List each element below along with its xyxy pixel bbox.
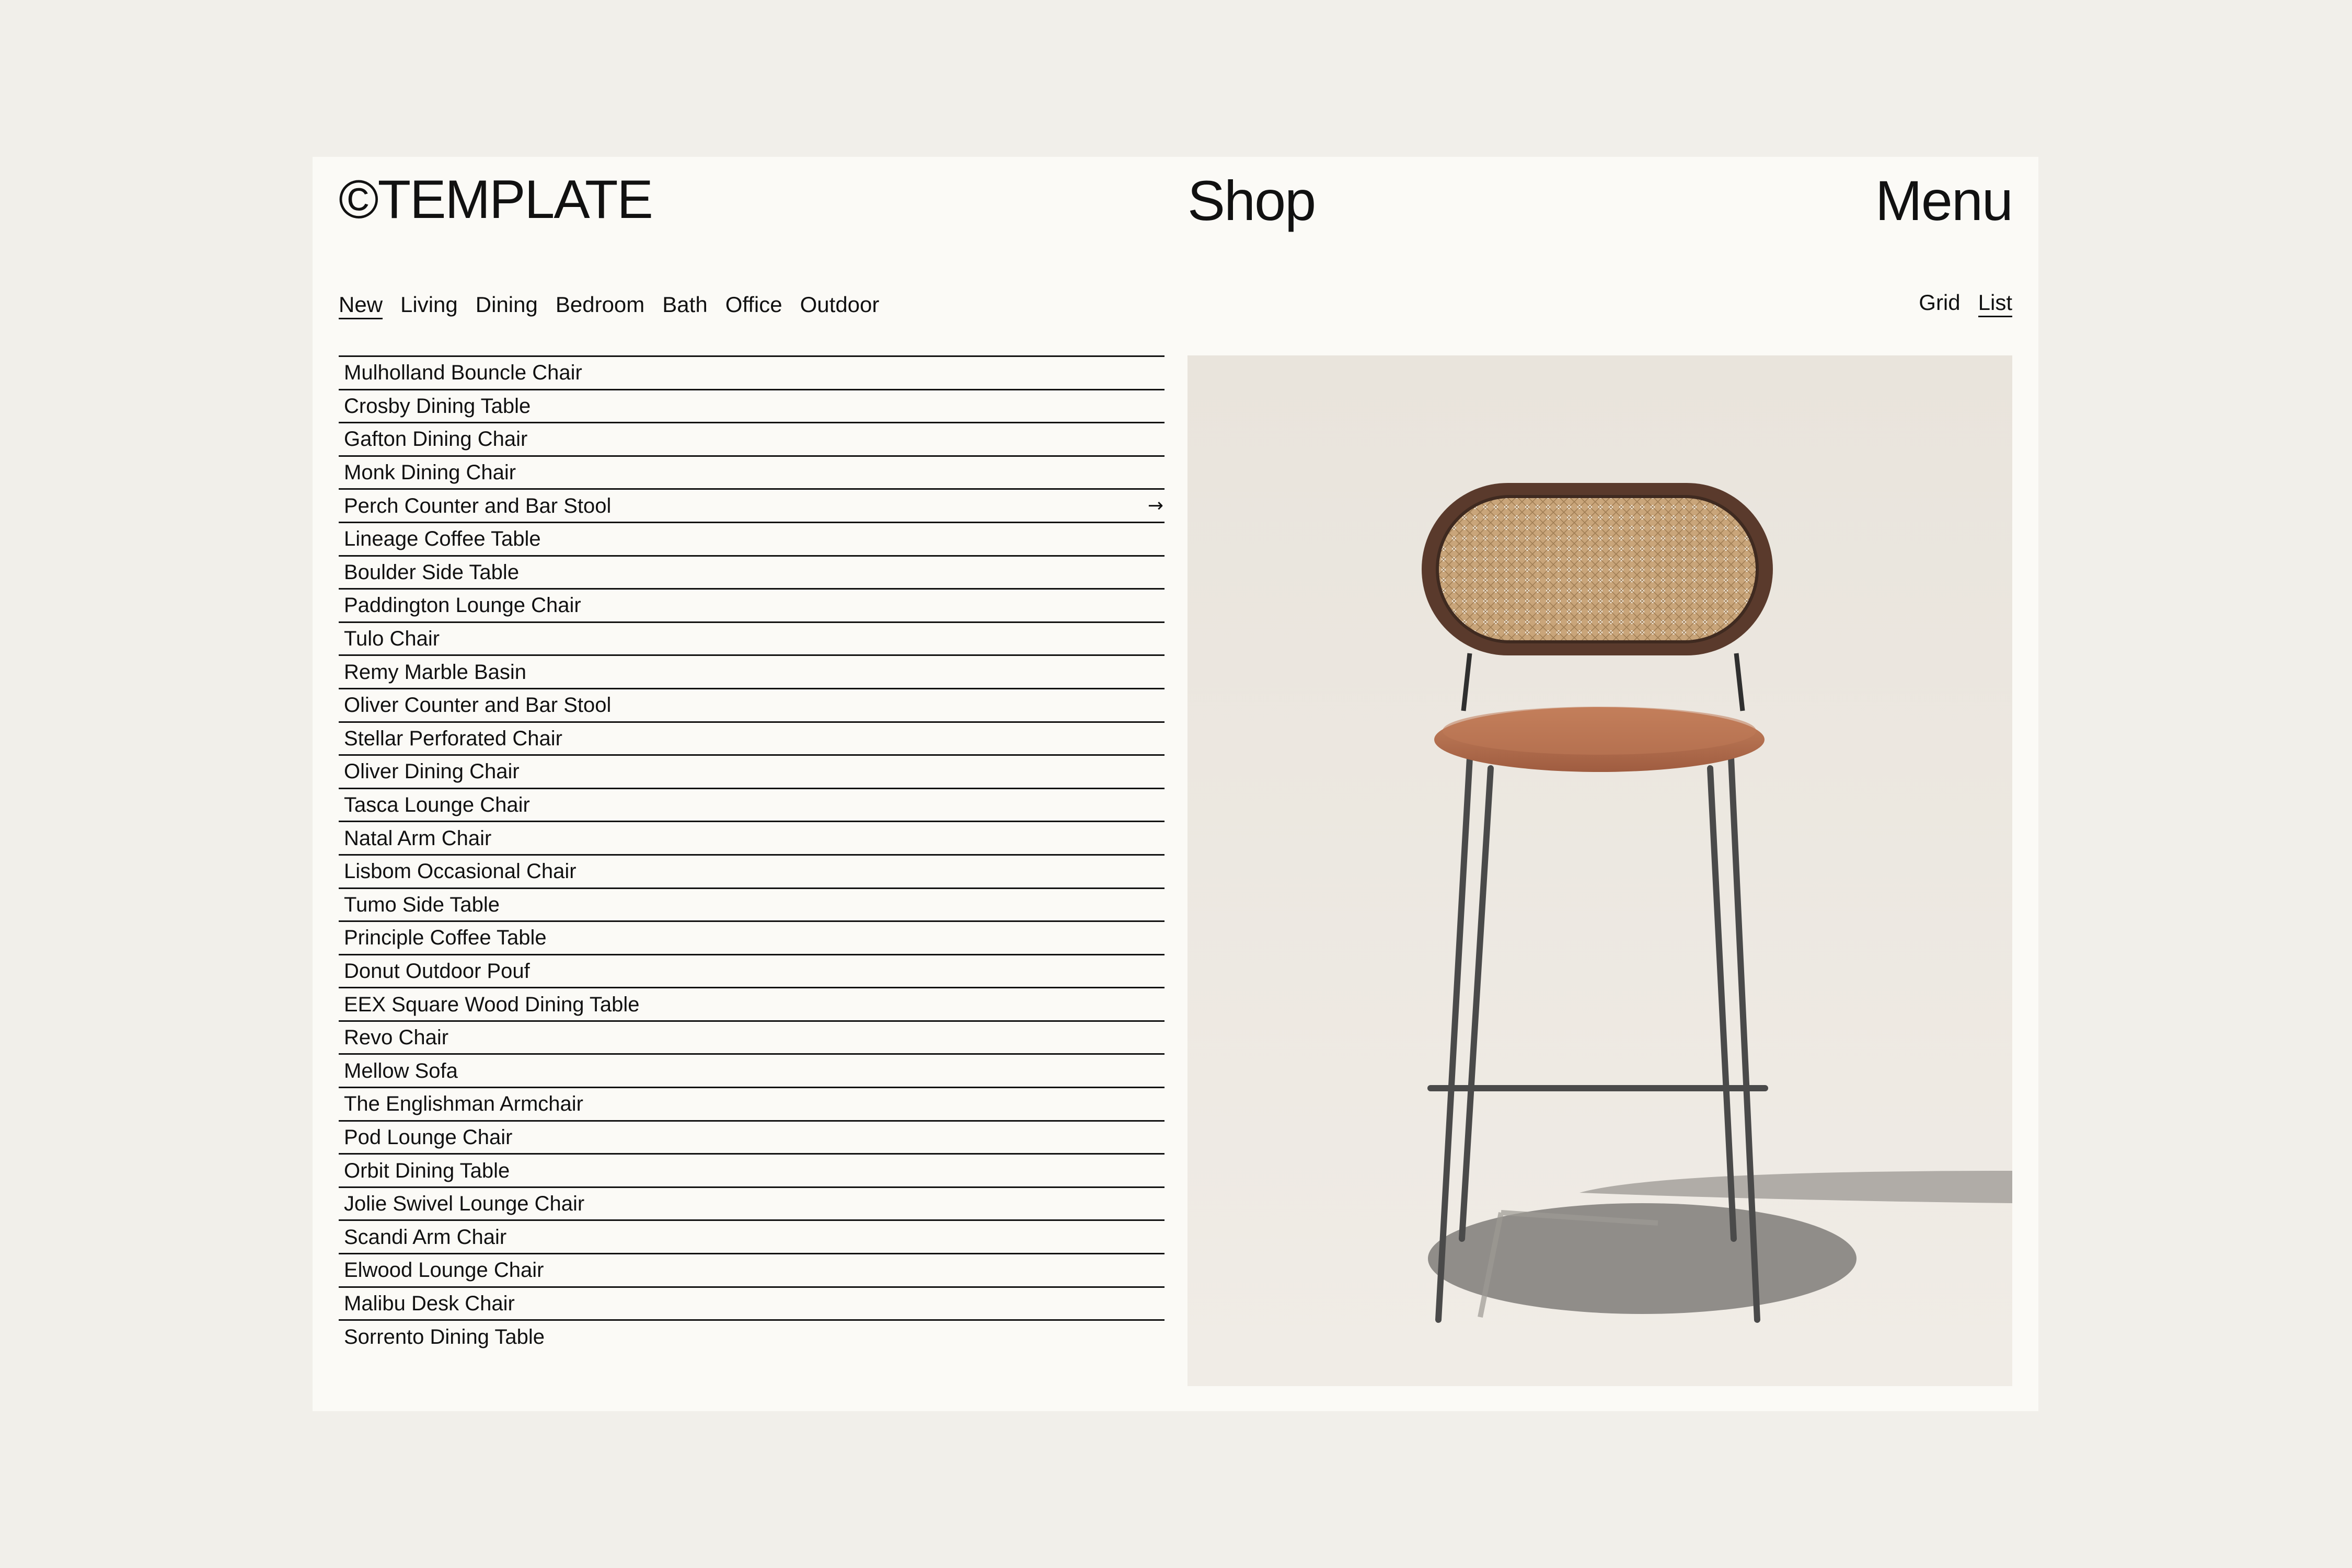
category-tab-new[interactable]: New xyxy=(339,294,383,319)
menu-button[interactable]: Menu xyxy=(1875,172,2013,229)
product-row[interactable]: Pod Lounge Chair xyxy=(339,1120,1165,1154)
product-name: EEX Square Wood Dining Table xyxy=(344,993,640,1016)
product-name: Gafton Dining Chair xyxy=(344,428,528,451)
product-row[interactable]: Jolie Swivel Lounge Chair xyxy=(339,1186,1165,1220)
product-row[interactable]: Tumo Side Table xyxy=(339,887,1165,921)
product-row[interactable]: The Englishman Armchair xyxy=(339,1087,1165,1120)
arrow-right-icon: → xyxy=(1147,494,1163,516)
category-tab-dining[interactable]: Dining xyxy=(476,294,538,319)
product-name: Remy Marble Basin xyxy=(344,660,527,684)
product-list[interactable]: Mulholland Bouncle Chair Crosby Dining Ta… xyxy=(339,355,1165,1386)
product-name: Orbit Dining Table xyxy=(344,1159,510,1182)
product-name: Tumo Side Table xyxy=(344,893,500,916)
product-row[interactable]: Crosby Dining Table xyxy=(339,388,1165,422)
product-name: Sorrento Dining Table xyxy=(344,1325,545,1348)
product-name: Tasca Lounge Chair xyxy=(344,793,530,817)
product-row[interactable]: Oliver Dining Chair xyxy=(339,754,1165,788)
product-row[interactable]: Natal Arm Chair xyxy=(339,821,1165,854)
product-image xyxy=(1187,355,2012,1386)
product-row[interactable]: Orbit Dining Table xyxy=(339,1153,1165,1186)
list-view-toggle[interactable]: List xyxy=(1978,292,2012,317)
product-row[interactable]: Tulo Chair xyxy=(339,621,1165,655)
product-name: Elwood Lounge Chair xyxy=(344,1259,544,1282)
product-name: Revo Chair xyxy=(344,1026,449,1050)
product-row[interactable]: Sorrento Dining Table xyxy=(339,1319,1165,1353)
product-name: Donut Outdoor Pouf xyxy=(344,959,530,983)
product-row[interactable]: Scandi Arm Chair xyxy=(339,1219,1165,1253)
product-name: Lisbom Occasional Chair xyxy=(344,860,577,883)
grid-view-toggle[interactable]: Grid xyxy=(1919,292,1960,317)
product-row[interactable]: Monk Dining Chair xyxy=(339,455,1165,489)
product-name: Scandi Arm Chair xyxy=(344,1225,507,1249)
site-logo[interactable]: ©TEMPLATE xyxy=(339,172,653,227)
category-tab-outdoor[interactable]: Outdoor xyxy=(800,294,880,319)
product-row[interactable]: Elwood Lounge Chair xyxy=(339,1253,1165,1286)
category-tab-office[interactable]: Office xyxy=(725,294,782,319)
product-row[interactable]: Principle Coffee Table xyxy=(339,920,1165,954)
product-name: Lineage Coffee Table xyxy=(344,527,541,551)
product-row[interactable]: Gafton Dining Chair xyxy=(339,422,1165,455)
product-name: Mellow Sofa xyxy=(344,1059,458,1082)
product-row[interactable]: Remy Marble Basin xyxy=(339,654,1165,688)
product-row[interactable]: Lineage Coffee Table xyxy=(339,521,1165,555)
page-title: Shop xyxy=(1187,169,1316,232)
product-name: Mulholland Bouncle Chair xyxy=(344,361,582,385)
product-name: Natal Arm Chair xyxy=(344,826,492,850)
product-name: Oliver Dining Chair xyxy=(344,760,520,783)
view-toggle: Grid List xyxy=(1919,292,2012,317)
product-name: Crosby Dining Table xyxy=(344,394,531,418)
category-tab-bath[interactable]: Bath xyxy=(662,294,707,319)
product-row[interactable]: Paddington Lounge Chair xyxy=(339,588,1165,621)
product-name: Paddington Lounge Chair xyxy=(344,594,581,617)
product-name: Perch Counter and Bar Stool xyxy=(344,494,612,517)
product-row[interactable]: EEX Square Wood Dining Table xyxy=(339,987,1165,1020)
category-nav: New Living Dining Bedroom Bath Office Outdoor xyxy=(339,294,879,319)
category-tab-bedroom[interactable]: Bedroom xyxy=(556,294,644,319)
product-name: Principle Coffee Table xyxy=(344,926,547,950)
product-row[interactable]: Revo Chair xyxy=(339,1020,1165,1054)
product-row[interactable]: Boulder Side Table xyxy=(339,555,1165,589)
product-name: Tulo Chair xyxy=(344,627,440,651)
product-name: Boulder Side Table xyxy=(344,560,520,584)
bar-stool-photo xyxy=(1187,355,2012,1386)
product-row[interactable]: Lisbom Occasional Chair xyxy=(339,854,1165,887)
product-name: Stellar Perforated Chair xyxy=(344,727,562,750)
product-name: Malibu Desk Chair xyxy=(344,1292,515,1315)
product-row[interactable]: Stellar Perforated Chair xyxy=(339,721,1165,755)
product-name: Pod Lounge Chair xyxy=(344,1125,513,1149)
product-name: Jolie Swivel Lounge Chair xyxy=(344,1192,585,1216)
shop-panel: ©TEMPLATE Shop Menu New Living Dining Bedro… xyxy=(313,157,2038,1411)
category-tab-living[interactable]: Living xyxy=(400,294,458,319)
product-row[interactable]: Donut Outdoor Pouf xyxy=(339,953,1165,987)
product-name: Oliver Counter and Bar Stool xyxy=(344,694,612,717)
product-row[interactable]: Mellow Sofa xyxy=(339,1053,1165,1087)
product-name: Monk Dining Chair xyxy=(344,461,516,485)
product-name: The Englishman Armchair xyxy=(344,1092,583,1116)
product-row[interactable]: Tasca Lounge Chair xyxy=(339,787,1165,821)
product-row[interactable]: Malibu Desk Chair xyxy=(339,1286,1165,1320)
product-row[interactable]: Oliver Counter and Bar Stool xyxy=(339,687,1165,721)
product-row[interactable]: Mulholland Bouncle Chair xyxy=(339,355,1165,389)
product-row[interactable]: Perch Counter and Bar Stool → xyxy=(339,488,1165,522)
